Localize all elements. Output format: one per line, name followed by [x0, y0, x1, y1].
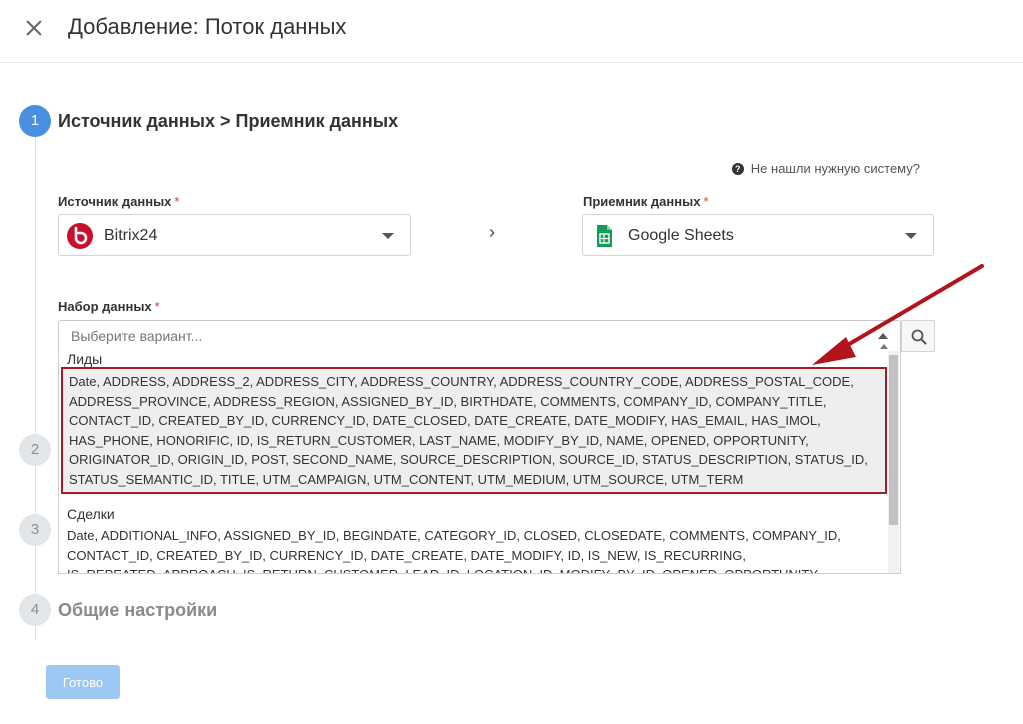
dropdown-scrollbar[interactable]: [888, 351, 899, 573]
dialog-header: Добавление: Поток данных: [0, 0, 1023, 63]
scroll-up-icon[interactable]: [880, 344, 888, 349]
destination-label: Приемник данных *: [583, 194, 709, 209]
question-icon: ?: [731, 162, 744, 175]
scrollbar-thumb[interactable]: [889, 355, 898, 525]
option-deals-fields: Date, ADDITIONAL_INFO, ASSIGNED_BY_ID, B…: [67, 528, 841, 573]
option-leads-fields: Date, ADDRESS, ADDRESS_2, ADDRESS_CITY, …: [69, 374, 868, 487]
step-4-title: Общие настройки: [58, 600, 218, 620]
source-label: Источник данных *: [58, 194, 179, 209]
dataset-label: Набор данных *: [58, 299, 160, 314]
chevron-down-icon: [382, 233, 394, 239]
step-4-number: 4: [19, 594, 51, 626]
dialog-title: Добавление: Поток данных: [68, 14, 347, 39]
arrow-right-icon: ›: [489, 222, 495, 242]
destination-select[interactable]: Google Sheets: [582, 214, 934, 256]
dataset-label-text: Набор данных: [58, 299, 152, 314]
destination-value: Google Sheets: [628, 227, 734, 244]
bitrix24-logo-icon: [67, 223, 93, 249]
source-value: Bitrix24: [104, 227, 158, 244]
group-title-leads: Лиды: [67, 351, 103, 367]
dataset-dropdown-list[interactable]: Лиды Date, ADDRESS, ADDRESS_2, ADDRESS_C…: [58, 351, 901, 574]
step-1-title: Источник данных > Приемник данных: [58, 111, 399, 131]
option-deals[interactable]: Date, ADDITIONAL_INFO, ASSIGNED_BY_ID, B…: [61, 525, 887, 573]
chevron-up-icon[interactable]: [878, 333, 888, 339]
google-sheets-logo-icon: [597, 225, 612, 247]
steps-timeline: [35, 120, 36, 640]
dataset-search-input[interactable]: [69, 327, 853, 345]
help-link[interactable]: ? Не нашли нужную систему?: [731, 161, 920, 176]
step-3-number: 3: [19, 514, 51, 546]
step-2-number: 2: [19, 434, 51, 466]
required-mark: *: [174, 194, 180, 209]
source-label-text: Источник данных: [58, 194, 172, 209]
step-1-number: 1: [19, 105, 51, 137]
dataset-select[interactable]: [58, 320, 901, 352]
source-select[interactable]: Bitrix24: [58, 214, 411, 256]
chevron-down-icon: [905, 233, 917, 239]
destination-label-text: Приемник данных: [583, 194, 701, 209]
help-label: Не нашли нужную систему?: [750, 161, 920, 176]
close-icon[interactable]: [22, 16, 46, 40]
search-button[interactable]: [901, 320, 935, 352]
done-button[interactable]: Готово: [46, 665, 120, 699]
required-mark: *: [703, 194, 709, 209]
search-icon: [911, 329, 927, 345]
required-mark: *: [154, 299, 160, 314]
group-title-deals: Сделки: [67, 506, 115, 522]
option-leads[interactable]: Date, ADDRESS, ADDRESS_2, ADDRESS_CITY, …: [61, 367, 887, 494]
